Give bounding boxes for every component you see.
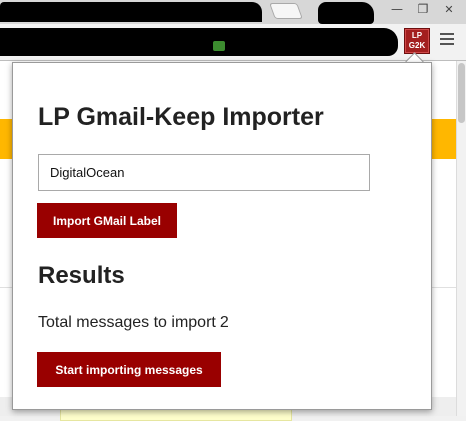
minimize-icon[interactable]: — bbox=[384, 0, 410, 18]
lp-g2k-extension-icon[interactable]: LP G2K bbox=[404, 28, 430, 54]
browser-tab-strip: — ❐ ✕ bbox=[0, 0, 466, 24]
total-messages-count: 2 bbox=[219, 314, 229, 331]
total-messages-label: Total messages to import bbox=[38, 314, 216, 331]
popup-title: LP Gmail-Keep Importer bbox=[38, 103, 324, 131]
window-controls: — ❐ ✕ bbox=[384, 0, 462, 18]
new-tab-button[interactable] bbox=[269, 3, 303, 19]
redacted-address-bar[interactable] bbox=[0, 28, 398, 56]
results-heading: Results bbox=[38, 262, 125, 289]
total-messages-text: Total messages to import 2 bbox=[38, 314, 229, 332]
extension-icon-line1: LP bbox=[411, 31, 423, 40]
scrollbar-thumb[interactable] bbox=[458, 63, 465, 123]
extension-icon-line2: G2K bbox=[408, 41, 426, 50]
start-importing-button[interactable]: Start importing messages bbox=[37, 352, 221, 387]
browser-toolbar bbox=[0, 24, 466, 61]
close-icon[interactable]: ✕ bbox=[436, 0, 462, 18]
extension-popup: LP Gmail-Keep Importer Import GMail Labe… bbox=[12, 62, 432, 410]
redacted-extension-icon bbox=[213, 41, 225, 51]
import-gmail-label-button[interactable]: Import GMail Label bbox=[37, 203, 177, 238]
label-input[interactable] bbox=[38, 154, 370, 191]
page-scrollbar[interactable] bbox=[456, 61, 466, 416]
browser-menu-icon[interactable] bbox=[440, 31, 456, 47]
restore-icon[interactable]: ❐ bbox=[410, 0, 436, 18]
redacted-tab[interactable] bbox=[0, 2, 262, 22]
redacted-area bbox=[318, 2, 374, 24]
